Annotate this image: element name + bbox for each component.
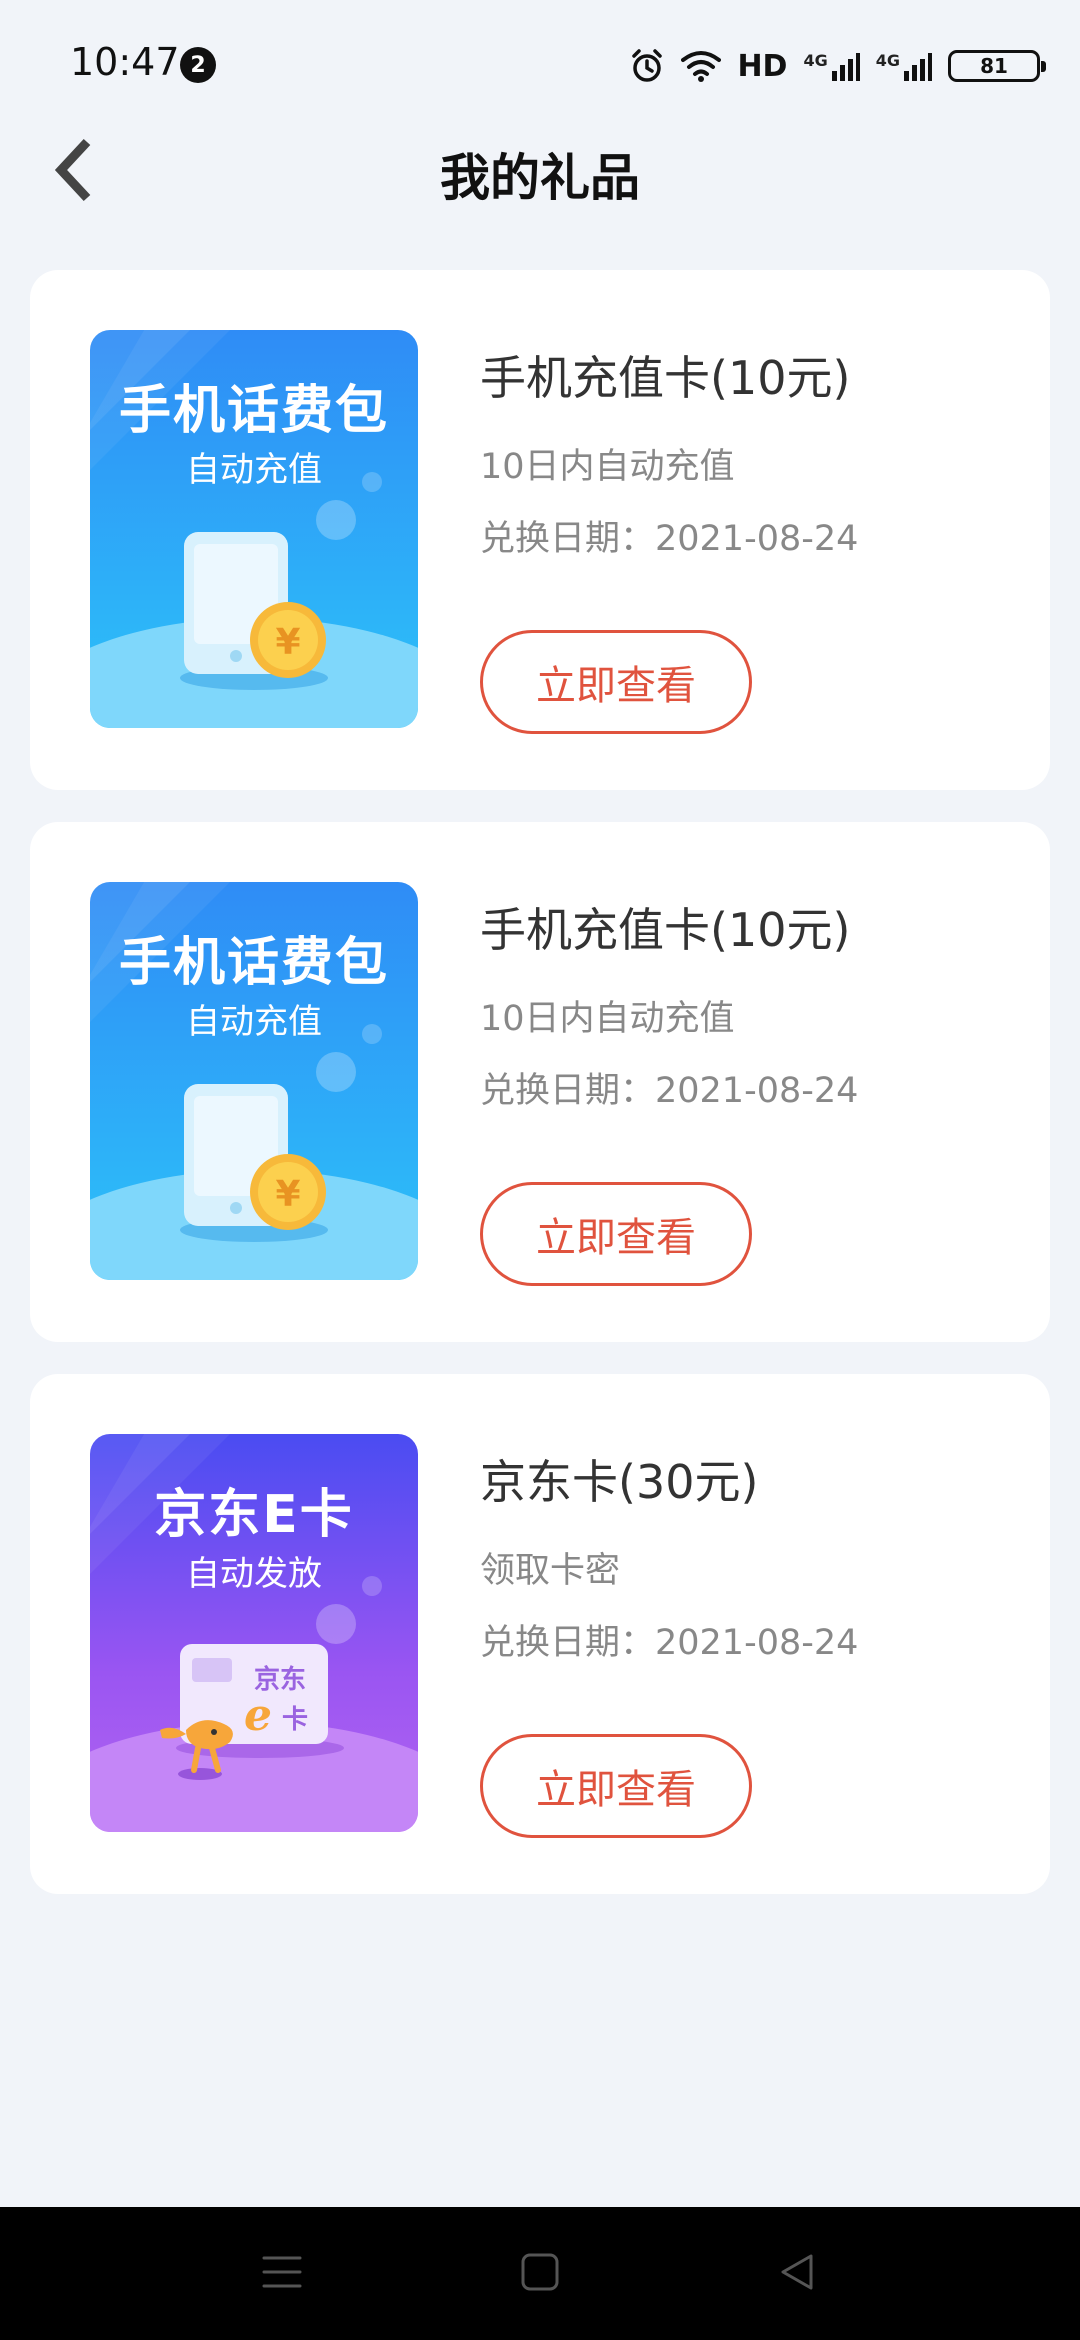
notification-badge: 2 [180, 47, 216, 83]
gift-card: ¥ 手机话费包 自动充值 手机充值卡(10元) 10日内自动充值 兑换日期：20… [30, 270, 1050, 790]
gift-description: 10日内自动充值 [480, 447, 735, 487]
system-nav-bar [0, 2207, 1080, 2340]
thumbnail-title: 手机话费包 [118, 381, 389, 441]
hd-indicator: HD [737, 48, 788, 84]
thumbnail-subtitle: 自动充值 [186, 1002, 322, 1042]
signal-4g-icon: 4G [803, 51, 860, 81]
home-square-icon [521, 2253, 559, 2291]
menu-icon [262, 2256, 302, 2288]
alarm-icon [629, 48, 665, 84]
card-ka-text: 卡 [282, 1705, 308, 1735]
gift-thumbnail[interactable]: ¥ 手机话费包 自动充值 [90, 330, 418, 728]
card-e-text: e [244, 1690, 272, 1741]
gift-redeem-date: 兑换日期：2021-08-24 [480, 519, 859, 559]
wifi-icon [681, 50, 722, 82]
svg-text:¥: ¥ [275, 622, 300, 663]
thumbnail-title: 手机话费包 [118, 933, 389, 993]
signal-4g-icon-2: 4G [876, 51, 932, 81]
nav-back-button[interactable] [762, 2237, 832, 2307]
view-now-button[interactable]: 立即查看 [480, 1182, 752, 1286]
view-now-button[interactable]: 立即查看 [480, 1734, 752, 1838]
status-time: 10:47 [70, 40, 180, 84]
gift-thumbnail[interactable]: 京东 e 卡 京东E卡 自动发放 [90, 1434, 418, 1832]
signal-4g-label: 4G [803, 51, 828, 70]
back-triangle-icon [781, 2254, 813, 2290]
gift-description: 10日内自动充值 [480, 999, 735, 1039]
gift-card: ¥ 手机话费包 自动充值 手机充值卡(10元) 10日内自动充值 兑换日期：20… [30, 822, 1050, 1342]
view-now-button[interactable]: 立即查看 [480, 630, 752, 734]
header: 我的礼品 [0, 130, 1080, 210]
gift-thumbnail[interactable]: ¥ 手机话费包 自动充值 [90, 882, 418, 1280]
gift-redeem-date: 兑换日期：2021-08-24 [480, 1623, 859, 1663]
gift-name: 京东卡(30元) [480, 1455, 759, 1509]
signal-4g-label-2: 4G [875, 51, 900, 70]
page-title: 我的礼品 [440, 149, 640, 207]
svg-text:¥: ¥ [275, 1174, 300, 1215]
battery-level: 81 [980, 54, 1008, 78]
nav-home-button[interactable] [505, 2237, 575, 2307]
gift-redeem-date: 兑换日期：2021-08-24 [480, 1071, 859, 1111]
status-bar: 10:47 2 HD 4G 4G 81 [0, 0, 1080, 130]
gift-card: 京东 e 卡 京东E卡 自动发放 京东卡(30元) 领取卡密 兑换日期：2021… [30, 1374, 1050, 1894]
thumbnail-title: 京东E卡 [154, 1485, 354, 1545]
nav-menu-button[interactable] [247, 2237, 317, 2307]
gift-name: 手机充值卡(10元) [480, 903, 851, 957]
status-icons: HD 4G 4G 81 [629, 44, 1046, 88]
thumbnail-subtitle: 自动发放 [186, 1554, 322, 1594]
gift-name: 手机充值卡(10元) [480, 351, 851, 405]
thumbnail-subtitle: 自动充值 [186, 450, 322, 490]
gift-description: 领取卡密 [480, 1551, 621, 1591]
battery-icon: 81 [948, 50, 1046, 82]
